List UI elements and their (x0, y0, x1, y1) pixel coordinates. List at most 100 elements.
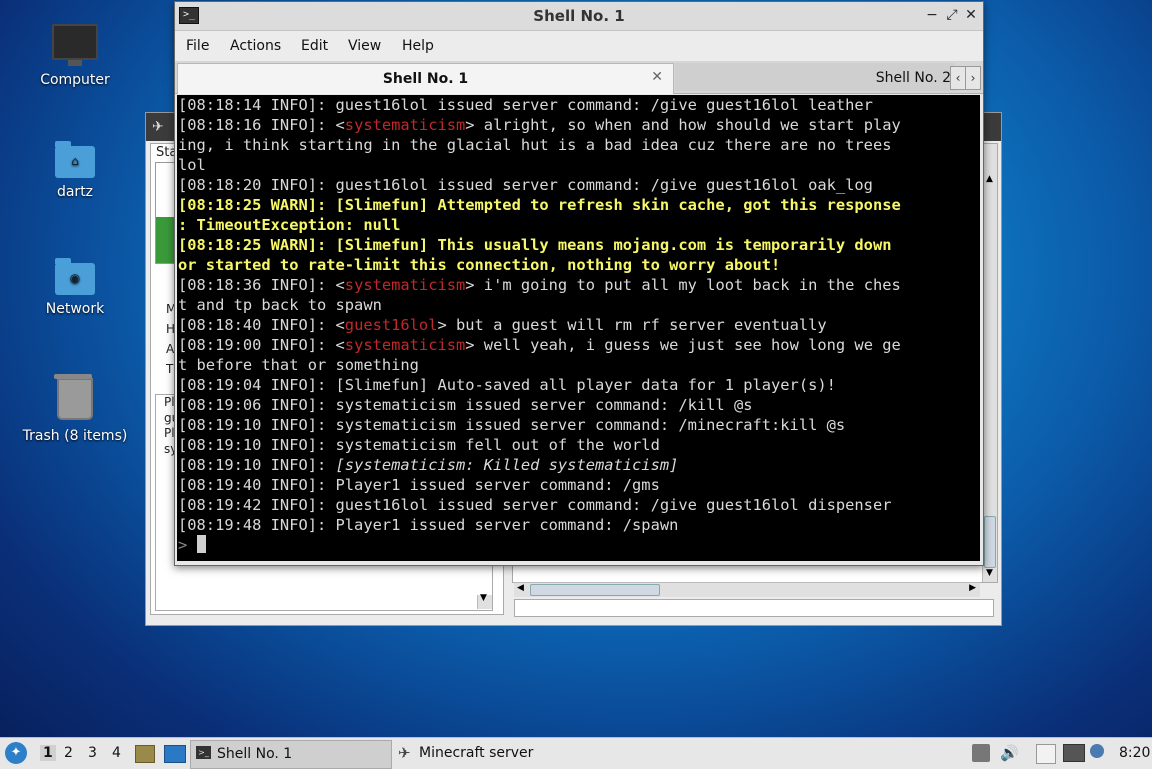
log-text: [08:19:00 INFO]: < (178, 336, 345, 354)
desktop-icon-computer[interactable]: Computer (10, 24, 140, 88)
log-text: or started to rate-limit this connection… (178, 256, 781, 274)
terminal-line: [08:18:16 INFO]: <systematicism> alright… (178, 115, 980, 135)
task-minecraft-server[interactable]: ✈ Minecraft server (393, 740, 593, 767)
player-item[interactable]: Pl (164, 426, 175, 440)
desktop-icon-label: Network (45, 301, 105, 317)
file-manager-icon[interactable] (135, 745, 155, 763)
player-name: systematicism (344, 336, 466, 354)
terminal-line: or started to rate-limit this connection… (178, 255, 980, 275)
task-label: Shell No. 1 (217, 746, 293, 762)
terminal-line: t before that or something (178, 355, 980, 375)
menu-view[interactable]: View (348, 38, 381, 54)
log-text: [08:19:10 INFO]: (178, 456, 336, 474)
tab-shell-1[interactable]: Shell No. 1 ✕ (177, 63, 674, 94)
terminal-line: [08:19:10 INFO]: systematicism fell out … (178, 435, 980, 455)
terminal-line: [08:18:20 INFO]: guest16lol issued serve… (178, 175, 980, 195)
desktop-icon-trash[interactable]: Trash (8 items) (10, 374, 140, 444)
terminal-output[interactable]: [08:18:14 INFO]: guest16lol issued serve… (177, 95, 980, 561)
log-text: [08:18:20 INFO]: guest16lol issued serve… (178, 176, 873, 194)
log-text: t and tp back to spawn (178, 296, 382, 314)
volume-icon[interactable]: 🔊 (1000, 744, 1019, 762)
tab-scroll-right-icon[interactable]: › (965, 66, 981, 90)
terminal-line: [08:18:14 INFO]: guest16lol issued serve… (178, 95, 980, 115)
tab-scroll-left-icon[interactable]: ‹ (950, 66, 966, 90)
log-text: [08:18:25 WARN]: [Slimefun] Attempted to… (178, 196, 901, 214)
prompt-symbol: > (178, 536, 197, 554)
task-shell[interactable]: >_ Shell No. 1 (190, 740, 392, 769)
player-name: systematicism (344, 276, 466, 294)
desktop-icon-dartz[interactable]: ⌂ dartz (10, 141, 140, 200)
tab-shell-2[interactable]: Shell No. 2 (675, 63, 955, 91)
network-folder-icon: ◉ (10, 258, 140, 295)
task-label: Minecraft server (419, 745, 534, 761)
workspace-4[interactable]: 4 (112, 745, 121, 761)
terminal-line: [08:19:42 INFO]: guest16lol issued serve… (178, 495, 980, 515)
log-text: > well yeah, i guess we just see how lon… (465, 336, 901, 354)
close-button[interactable]: ✕ (962, 6, 980, 24)
clock[interactable]: 8:20 (1119, 745, 1150, 761)
player-name: guest16lol (344, 316, 438, 334)
command-prompt[interactable]: > (178, 535, 980, 555)
log-text: [08:19:06 INFO]: systematicism issued se… (178, 396, 753, 414)
workspace-3[interactable]: 3 (88, 745, 97, 761)
console-scrollbar[interactable]: ▲ ▼ (982, 144, 997, 582)
terminal-line: lol (178, 155, 980, 175)
terminal-line: [08:19:10 INFO]: [systematicism: Killed … (178, 455, 980, 475)
log-text: > but a guest will rm rf server eventual… (437, 316, 827, 334)
players-header: Pl (164, 395, 175, 409)
window-title: Shell No. 1 (533, 7, 625, 25)
players-scrollbar[interactable]: ▼ (477, 593, 492, 609)
minecraft-icon: ✈ (398, 744, 411, 762)
maximize-button[interactable]: ⤢ (943, 6, 961, 24)
trash-icon (10, 374, 140, 420)
log-text: [08:18:40 INFO]: < (178, 316, 345, 334)
computer-icon (10, 24, 140, 66)
terminal-line: t and tp back to spawn (178, 295, 980, 315)
log-text: > alright, so when and how should we sta… (465, 116, 901, 134)
menu-edit[interactable]: Edit (301, 38, 328, 54)
menu-actions[interactable]: Actions (230, 38, 281, 54)
show-desktop-icon[interactable] (164, 745, 186, 763)
close-tab-icon[interactable]: ✕ (651, 69, 663, 85)
usb-eject-icon[interactable] (972, 744, 990, 762)
stat-line: T (166, 362, 174, 376)
command-input[interactable] (514, 599, 994, 617)
terminal-icon: >_ (196, 746, 211, 759)
desktop-icon-network[interactable]: ◉ Network (10, 258, 140, 317)
terminal-line: ing, i think starting in the glacial hut… (178, 135, 980, 155)
terminal-line: [08:19:04 INFO]: [Slimefun] Auto-saved a… (178, 375, 980, 395)
menu-file[interactable]: File (186, 38, 209, 54)
notification-icon[interactable] (1090, 744, 1104, 758)
log-text: [systematicism: Killed systematicism] (335, 456, 679, 474)
start-menu-icon[interactable]: ✦ (5, 742, 27, 764)
terminal-line: [08:18:25 WARN]: [Slimefun] Attempted to… (178, 195, 980, 215)
log-text: [08:18:16 INFO]: < (178, 116, 345, 134)
clipboard-icon[interactable] (1036, 744, 1056, 764)
terminal-line: [08:19:40 INFO]: Player1 issued server c… (178, 475, 980, 495)
player-name: systematicism (344, 116, 466, 134)
desktop-icon-label: Trash (8 items) (22, 428, 128, 444)
menu-help[interactable]: Help (402, 38, 434, 54)
log-text: [08:19:42 INFO]: guest16lol issued serve… (178, 496, 892, 514)
log-text: t before that or something (178, 356, 419, 374)
log-text: : TimeoutException: null (178, 216, 401, 234)
console-horizontal-scrollbar[interactable]: ◀ ▶ (514, 582, 980, 597)
terminal-line: [08:18:25 WARN]: [Slimefun] This usually… (178, 235, 980, 255)
tab-label: Shell No. 1 (382, 71, 469, 87)
log-text: [08:19:40 INFO]: Player1 issued server c… (178, 476, 660, 494)
minecraft-app-icon: ✈ (152, 119, 164, 135)
terminal-line: [08:19:06 INFO]: systematicism issued se… (178, 395, 980, 415)
menu-bar: File Actions Edit View Help (175, 31, 983, 61)
terminal-line: : TimeoutException: null (178, 215, 980, 235)
log-text: [08:19:10 INFO]: systematicism issued se… (178, 416, 846, 434)
terminal-window[interactable]: >_ Shell No. 1 − ⤢ ✕ File Actions Edit V… (174, 1, 984, 566)
minimize-button[interactable]: − (923, 6, 941, 24)
workspace-1[interactable]: 1 (40, 745, 56, 761)
terminal-line: [08:18:36 INFO]: <systematicism> i'm goi… (178, 275, 980, 295)
desktop-icon-label: Computer (40, 72, 110, 88)
network-icon[interactable] (1063, 744, 1085, 762)
terminal-titlebar[interactable]: >_ Shell No. 1 − ⤢ ✕ (175, 2, 983, 31)
tab-bar: Shell No. 1 ✕ Shell No. 2 ‹ › (175, 61, 983, 94)
taskbar: ✦ 1 2 3 4 >_ Shell No. 1 ✈ Minecraft ser… (0, 737, 1152, 769)
workspace-2[interactable]: 2 (64, 745, 73, 761)
